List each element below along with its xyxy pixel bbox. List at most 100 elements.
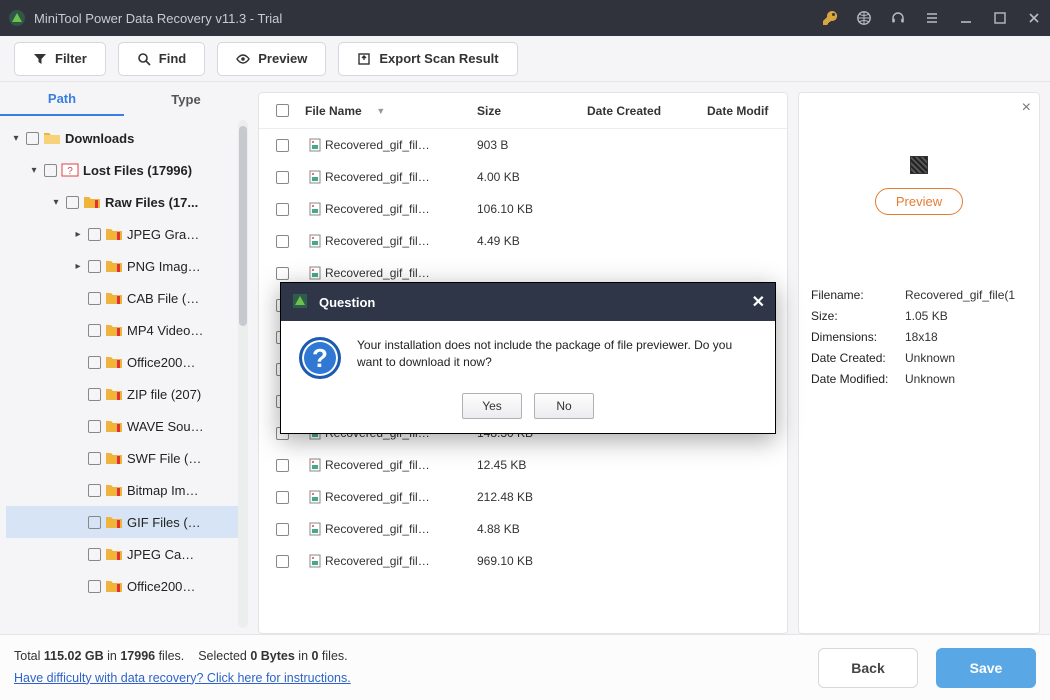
tree-node-leaf[interactable]: CAB File (…: [6, 282, 248, 314]
checkbox[interactable]: [88, 260, 101, 273]
tree-node-leaf[interactable]: ▸JPEG Gra…: [6, 218, 248, 250]
checkbox[interactable]: [88, 420, 101, 433]
tree-node-leaf[interactable]: Bitmap Im…: [6, 474, 248, 506]
checkbox[interactable]: [66, 196, 79, 209]
checkbox[interactable]: [276, 171, 289, 184]
tree-node-leaf[interactable]: ZIP file (207): [6, 378, 248, 410]
list-row[interactable]: Recovered_gif_fil…212.48 KB: [259, 481, 787, 513]
help-link[interactable]: Have difficulty with data recovery? Clic…: [14, 671, 351, 685]
checkbox[interactable]: [88, 580, 101, 593]
meta-value: Recovered_gif_file(1: [905, 288, 1027, 302]
checkbox[interactable]: [88, 452, 101, 465]
menu-icon[interactable]: [924, 10, 940, 26]
list-row[interactable]: Recovered_gif_fil…4.88 KB: [259, 513, 787, 545]
checkbox[interactable]: [26, 132, 39, 145]
tree-node-leaf[interactable]: WAVE Sou…: [6, 410, 248, 442]
key-icon[interactable]: [822, 10, 838, 26]
status-bar: Total 115.02 GB in 17996 files. Selected…: [0, 634, 1050, 700]
toolbar: Filter Find Preview Export Scan Result: [0, 36, 1050, 82]
tree-node-leaf[interactable]: JPEG Ca…: [6, 538, 248, 570]
tree-node-raw[interactable]: ▾ Raw Files (17...: [6, 186, 248, 218]
dialog-yes-button[interactable]: Yes: [462, 393, 522, 419]
save-button[interactable]: Save: [936, 648, 1036, 688]
list-row[interactable]: Recovered_gif_fil…4.00 KB: [259, 161, 787, 193]
list-row[interactable]: Recovered_gif_fil…106.10 KB: [259, 193, 787, 225]
status-text: Total 115.02 GB in 17996 files. Selected…: [14, 646, 351, 689]
checkbox[interactable]: [88, 292, 101, 305]
meta-value: 18x18: [905, 330, 1027, 344]
raw-folder-icon: [83, 194, 101, 210]
checkbox[interactable]: [88, 228, 101, 241]
tree-node-leaf[interactable]: SWF File (…: [6, 442, 248, 474]
checkbox[interactable]: [276, 523, 289, 536]
preview-file-button[interactable]: Preview: [875, 188, 963, 215]
chevron-right-icon[interactable]: ▸: [72, 261, 84, 272]
list-row[interactable]: Recovered_gif_fil…969.10 KB: [259, 545, 787, 577]
tab-type[interactable]: Type: [124, 82, 248, 116]
meta-key: Date Created:: [811, 351, 905, 365]
checkbox[interactable]: [88, 516, 101, 529]
file-icon: [305, 554, 325, 568]
tree-node-leaf[interactable]: Office200…: [6, 346, 248, 378]
list-header: File Name ▼ Size Date Created Date Modif: [259, 93, 787, 129]
checkbox[interactable]: [276, 459, 289, 472]
globe-icon[interactable]: [856, 10, 872, 26]
chevron-right-icon[interactable]: ▸: [72, 229, 84, 240]
maximize-icon[interactable]: [992, 10, 1008, 26]
chevron-down-icon[interactable]: ▾: [10, 133, 22, 144]
checkbox[interactable]: [276, 491, 289, 504]
export-button[interactable]: Export Scan Result: [338, 42, 517, 76]
preview-thumbnail: [910, 156, 928, 174]
col-created[interactable]: Date Created: [587, 104, 707, 118]
checkbox-all[interactable]: [276, 104, 289, 117]
chevron-down-icon[interactable]: ▾: [28, 165, 40, 176]
checkbox[interactable]: [276, 203, 289, 216]
col-modified[interactable]: Date Modif: [707, 104, 787, 118]
col-filename[interactable]: File Name ▼: [305, 104, 477, 118]
list-row[interactable]: Recovered_gif_fil…12.45 KB: [259, 449, 787, 481]
tab-path[interactable]: Path: [0, 82, 124, 116]
file-size: 969.10 KB: [477, 554, 587, 568]
col-size[interactable]: Size: [477, 104, 587, 118]
checkbox[interactable]: [276, 267, 289, 280]
back-button[interactable]: Back: [818, 648, 918, 688]
chevron-down-icon[interactable]: ▾: [50, 197, 62, 208]
list-row[interactable]: Recovered_gif_fil…4.49 KB: [259, 225, 787, 257]
checkbox[interactable]: [88, 548, 101, 561]
minimize-icon[interactable]: [958, 10, 974, 26]
dialog-close-icon[interactable]: ✕: [752, 292, 765, 312]
filetype-folder-icon: [105, 386, 123, 402]
headset-icon[interactable]: [890, 10, 906, 26]
sort-indicator-icon: ▼: [376, 106, 385, 116]
filter-button[interactable]: Filter: [14, 42, 106, 76]
close-icon[interactable]: [1026, 10, 1042, 26]
checkbox[interactable]: [88, 388, 101, 401]
filetype-folder-icon: [105, 482, 123, 498]
tree-node-lost[interactable]: ▾ ? Lost Files (17996): [6, 154, 248, 186]
filetype-folder-icon: [105, 226, 123, 242]
filetype-folder-icon: [105, 450, 123, 466]
checkbox[interactable]: [88, 324, 101, 337]
preview-button[interactable]: Preview: [217, 42, 326, 76]
title-bar: MiniTool Power Data Recovery v11.3 - Tri…: [0, 0, 1050, 36]
tree-node-root[interactable]: ▾ Downloads: [6, 122, 248, 154]
tree-node-leaf[interactable]: Office200…: [6, 570, 248, 602]
tree-node-leaf[interactable]: GIF Files (…: [6, 506, 248, 538]
tree-label: GIF Files (…: [127, 515, 201, 530]
dialog-no-button[interactable]: No: [534, 393, 594, 419]
checkbox[interactable]: [276, 555, 289, 568]
checkbox[interactable]: [276, 235, 289, 248]
tree-view[interactable]: ▾ Downloads ▾ ? Lost Files (17996) ▾ Raw…: [6, 122, 248, 634]
checkbox[interactable]: [88, 484, 101, 497]
dialog-message: Your installation does not include the p…: [357, 337, 757, 379]
find-button[interactable]: Find: [118, 42, 205, 76]
list-row[interactable]: Recovered_gif_fil…903 B: [259, 129, 787, 161]
meta-value: Unknown: [905, 372, 1027, 386]
checkbox[interactable]: [276, 139, 289, 152]
checkbox[interactable]: [88, 356, 101, 369]
close-detail-icon[interactable]: ×: [1022, 99, 1031, 117]
checkbox[interactable]: [44, 164, 57, 177]
tree-node-leaf[interactable]: ▸PNG Imag…: [6, 250, 248, 282]
tree-node-leaf[interactable]: MP4 Video…: [6, 314, 248, 346]
tree-scrollbar[interactable]: [238, 120, 248, 628]
